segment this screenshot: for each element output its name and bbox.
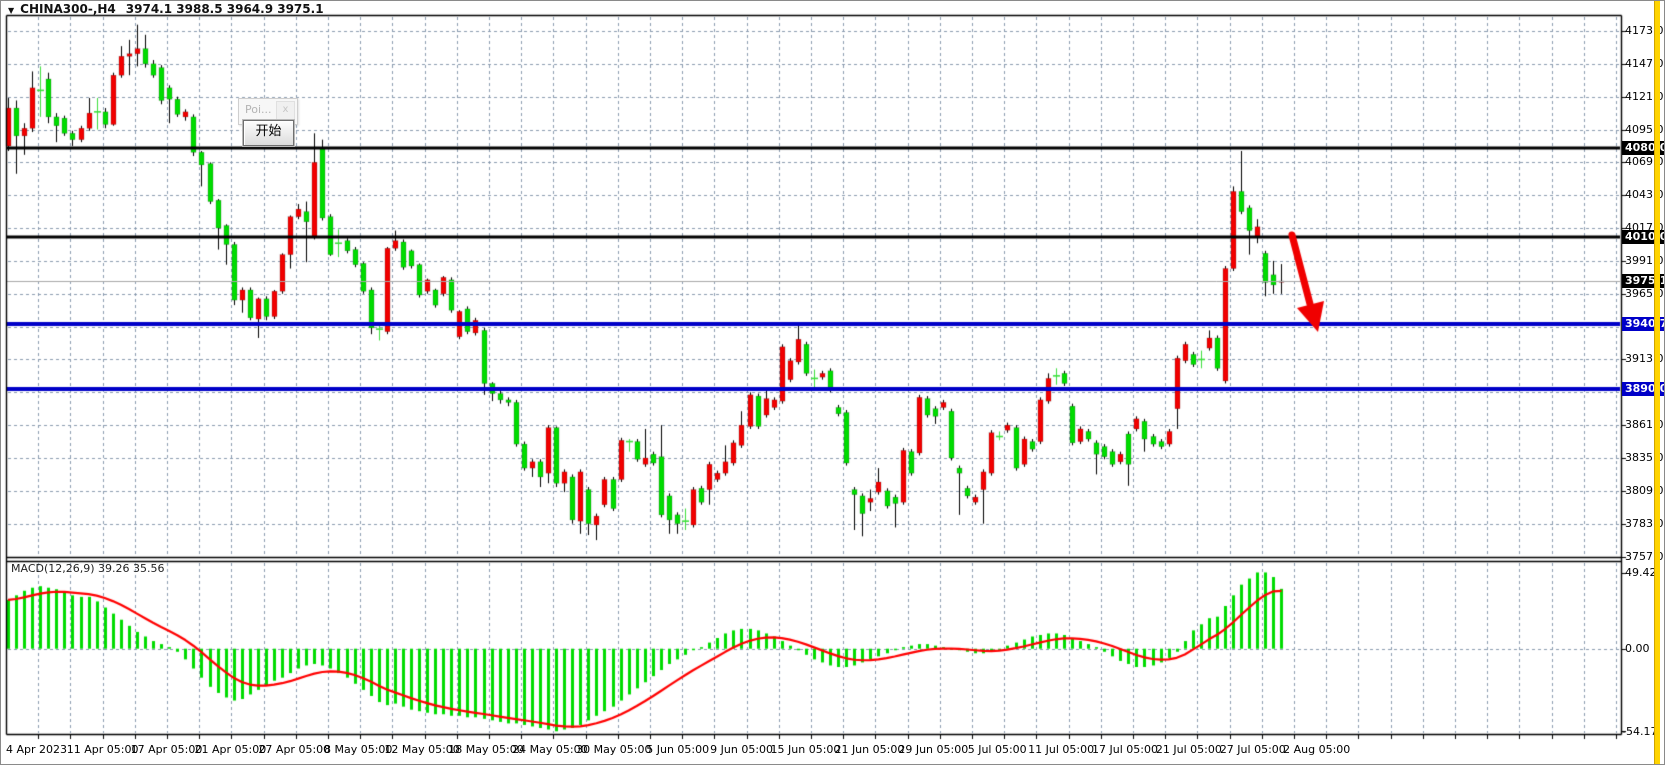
chart-header: ▼ CHINA300-,H4 3974.1 3988.5 3964.9 3975.1 bbox=[8, 2, 324, 16]
time-tick-label: 15 Jun 05:00 bbox=[771, 743, 841, 756]
chart-ohlc-values: 3974.1 3988.5 3964.9 3975.1 bbox=[126, 2, 324, 16]
macd-indicator-label: MACD(12,26,9) 39.26 35.56 bbox=[11, 562, 165, 575]
time-tick-label: 5 Jun 05:00 bbox=[646, 743, 709, 756]
time-tick-label: 27 Apr 05:00 bbox=[258, 743, 330, 756]
macd-scale-min: -54.17 bbox=[1622, 725, 1657, 738]
macd-value: 39.26 bbox=[98, 562, 130, 575]
time-tick-label: 2 Aug 05:00 bbox=[1283, 743, 1350, 756]
time-tick-label: 5 Jul 05:00 bbox=[968, 743, 1027, 756]
popup-close-icon[interactable]: x bbox=[276, 101, 295, 120]
popup-title: Poi... bbox=[245, 103, 272, 116]
chart-window: ▼ CHINA300-,H4 3974.1 3988.5 3964.9 3975.1… bbox=[0, 0, 1665, 765]
yellow-edge-strip bbox=[1654, 1, 1660, 765]
chart-symbol-title: CHINA300-,H4 bbox=[20, 2, 116, 16]
time-tick-label: 29 Jun 05:00 bbox=[898, 743, 968, 756]
time-tick-label: 17 Apr 05:00 bbox=[131, 743, 203, 756]
macd-scale-max: 49.42 bbox=[1625, 566, 1657, 579]
time-tick-label: 8 May 05:00 bbox=[324, 743, 392, 756]
symbol-dropdown-icon[interactable]: ▼ bbox=[8, 6, 14, 15]
time-tick-label: 27 Jul 05:00 bbox=[1220, 743, 1286, 756]
macd-scale-zero: 0.00 bbox=[1625, 642, 1650, 655]
time-tick-label: 9 Jun 05:00 bbox=[710, 743, 773, 756]
time-tick-label: 11 Apr 05:00 bbox=[67, 743, 139, 756]
trend-down-arrow[interactable] bbox=[1287, 229, 1325, 337]
macd-signal-value: 35.56 bbox=[133, 562, 165, 575]
time-tick-label: 17 Jul 05:00 bbox=[1092, 743, 1158, 756]
macd-name: MACD(12,26,9) bbox=[11, 562, 95, 575]
time-tick-label: 4 Apr 2023 bbox=[6, 743, 67, 756]
time-tick-label: 11 Jul 05:00 bbox=[1028, 743, 1094, 756]
time-tick-label: 21 Jun 05:00 bbox=[834, 743, 904, 756]
time-tick-label: 21 Apr 05:00 bbox=[195, 743, 267, 756]
time-tick-label: 30 May 05:00 bbox=[576, 743, 651, 756]
time-tick-label: 21 Jul 05:00 bbox=[1156, 743, 1222, 756]
start-button[interactable]: 开始 bbox=[243, 120, 294, 146]
